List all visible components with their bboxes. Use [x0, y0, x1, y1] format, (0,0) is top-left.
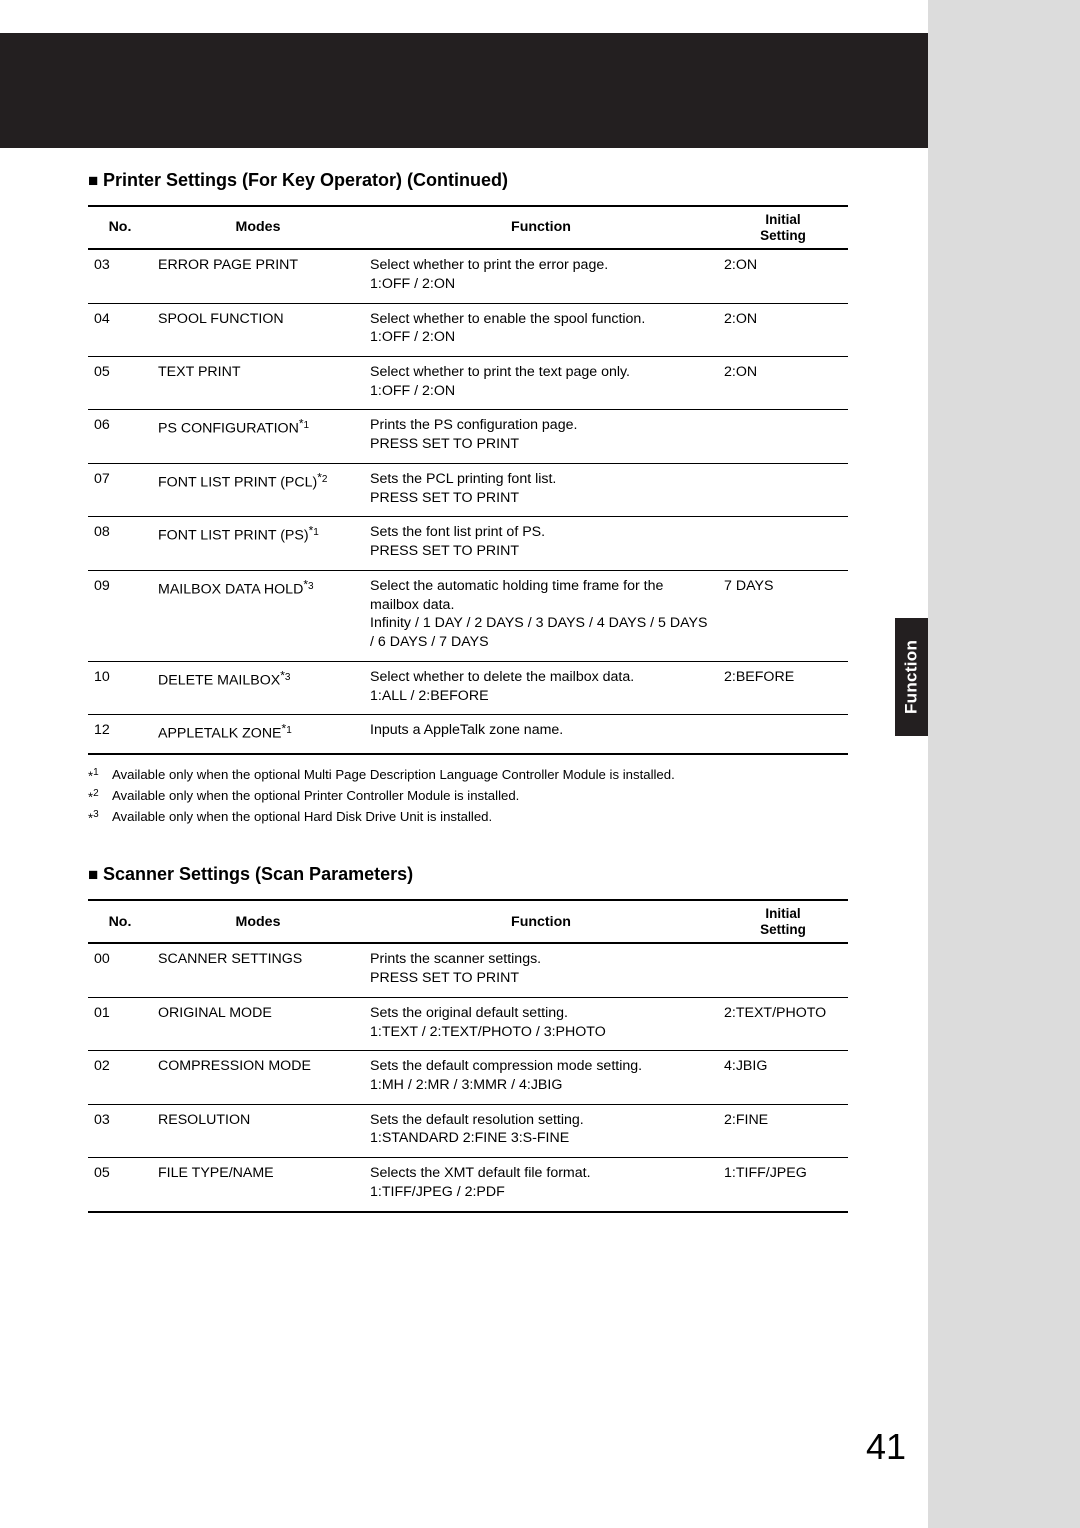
cell-initial [718, 715, 848, 754]
cell-function: Selects the XMT default file format.1:TI… [364, 1158, 718, 1212]
cell-function: Inputs a AppleTalk zone name. [364, 715, 718, 754]
col-initial: Initial Setting [718, 206, 848, 249]
cell-no: 03 [88, 1104, 152, 1157]
col-function: Function [364, 900, 718, 943]
cell-function: Select whether to enable the spool funct… [364, 303, 718, 356]
table-row: 10DELETE MAILBOX*3Select whether to dele… [88, 661, 848, 714]
page-content: ■ Printer Settings (For Key Operator) (C… [88, 170, 848, 1213]
cell-no: 05 [88, 1158, 152, 1212]
cell-no: 10 [88, 661, 152, 714]
printer-settings-table: No. Modes Function Initial Setting 03ERR… [88, 205, 848, 755]
scanner-settings-table: No. Modes Function Initial Setting 00SCA… [88, 899, 848, 1212]
section2-title: ■ Scanner Settings (Scan Parameters) [88, 864, 848, 885]
table-row: 06PS CONFIGURATION*1Prints the PS config… [88, 410, 848, 463]
footnote: *1Available only when the optional Multi… [88, 765, 848, 786]
cell-function: Sets the original default setting.1:TEXT… [364, 997, 718, 1050]
table-row: 08FONT LIST PRINT (PS)*1Sets the font li… [88, 517, 848, 570]
cell-no: 09 [88, 570, 152, 661]
table-row: 03RESOLUTIONSets the default resolution … [88, 1104, 848, 1157]
cell-initial: 2:ON [718, 249, 848, 303]
cell-initial: 2:ON [718, 303, 848, 356]
section2-title-text: Scanner Settings (Scan Parameters) [103, 864, 413, 884]
table-row: 05TEXT PRINTSelect whether to print the … [88, 356, 848, 409]
cell-function: Sets the PCL printing font list.PRESS SE… [364, 463, 718, 516]
cell-mode: APPLETALK ZONE*1 [152, 715, 364, 754]
cell-initial: 2:ON [718, 356, 848, 409]
cell-mode: FILE TYPE/NAME [152, 1158, 364, 1212]
col-no: No. [88, 206, 152, 249]
section1-title: ■ Printer Settings (For Key Operator) (C… [88, 170, 848, 191]
cell-no: 06 [88, 410, 152, 463]
cell-initial: 7 DAYS [718, 570, 848, 661]
cell-function: Select whether to print the error page.1… [364, 249, 718, 303]
cell-mode: FONT LIST PRINT (PCL)*2 [152, 463, 364, 516]
col-modes: Modes [152, 206, 364, 249]
cell-mode: DELETE MAILBOX*3 [152, 661, 364, 714]
section1-title-text: Printer Settings (For Key Operator) (Con… [103, 170, 508, 190]
cell-initial: 2:TEXT/PHOTO [718, 997, 848, 1050]
cell-mode: PS CONFIGURATION*1 [152, 410, 364, 463]
right-stripe [928, 0, 1080, 1528]
table-row: 07FONT LIST PRINT (PCL)*2Sets the PCL pr… [88, 463, 848, 516]
cell-initial: 4:JBIG [718, 1051, 848, 1104]
footnote: *3Available only when the optional Hard … [88, 807, 848, 828]
table-row: 00SCANNER SETTINGSPrints the scanner set… [88, 943, 848, 997]
cell-function: Sets the default compression mode settin… [364, 1051, 718, 1104]
cell-no: 12 [88, 715, 152, 754]
col-no: No. [88, 900, 152, 943]
cell-mode: FONT LIST PRINT (PS)*1 [152, 517, 364, 570]
cell-function: Sets the font list print of PS.PRESS SET… [364, 517, 718, 570]
table-row: 02COMPRESSION MODESets the default compr… [88, 1051, 848, 1104]
cell-initial [718, 463, 848, 516]
cell-function: Sets the default resolution setting.1:ST… [364, 1104, 718, 1157]
cell-function: Prints the PS configuration page.PRESS S… [364, 410, 718, 463]
table-row: 04SPOOL FUNCTIONSelect whether to enable… [88, 303, 848, 356]
cell-mode: MAILBOX DATA HOLD*3 [152, 570, 364, 661]
table-row: 12APPLETALK ZONE*1Inputs a AppleTalk zon… [88, 715, 848, 754]
col-function: Function [364, 206, 718, 249]
cell-mode: ORIGINAL MODE [152, 997, 364, 1050]
cell-function: Prints the scanner settings.PRESS SET TO… [364, 943, 718, 997]
cell-initial: 1:TIFF/JPEG [718, 1158, 848, 1212]
table-row: 09MAILBOX DATA HOLD*3Select the automati… [88, 570, 848, 661]
side-tab-function: Function [895, 618, 928, 736]
cell-no: 03 [88, 249, 152, 303]
footnote: *2Available only when the optional Print… [88, 786, 848, 807]
cell-function: Select whether to print the text page on… [364, 356, 718, 409]
cell-no: 07 [88, 463, 152, 516]
cell-no: 00 [88, 943, 152, 997]
cell-initial [718, 517, 848, 570]
table-row: 01ORIGINAL MODESets the original default… [88, 997, 848, 1050]
cell-no: 02 [88, 1051, 152, 1104]
cell-no: 04 [88, 303, 152, 356]
page-number: 41 [866, 1426, 906, 1468]
table-row: 05FILE TYPE/NAMESelects the XMT default … [88, 1158, 848, 1212]
cell-mode: COMPRESSION MODE [152, 1051, 364, 1104]
cell-mode: ERROR PAGE PRINT [152, 249, 364, 303]
cell-initial [718, 410, 848, 463]
table-row: 03ERROR PAGE PRINTSelect whether to prin… [88, 249, 848, 303]
cell-mode: SPOOL FUNCTION [152, 303, 364, 356]
cell-initial: 2:FINE [718, 1104, 848, 1157]
cell-mode: TEXT PRINT [152, 356, 364, 409]
cell-initial [718, 943, 848, 997]
cell-initial: 2:BEFORE [718, 661, 848, 714]
cell-no: 08 [88, 517, 152, 570]
col-initial: Initial Setting [718, 900, 848, 943]
cell-mode: RESOLUTION [152, 1104, 364, 1157]
cell-function: Select whether to delete the mailbox dat… [364, 661, 718, 714]
header-bar [0, 33, 928, 148]
cell-mode: SCANNER SETTINGS [152, 943, 364, 997]
col-modes: Modes [152, 900, 364, 943]
footnotes: *1Available only when the optional Multi… [88, 765, 848, 829]
cell-no: 05 [88, 356, 152, 409]
cell-no: 01 [88, 997, 152, 1050]
cell-function: Select the automatic holding time frame … [364, 570, 718, 661]
